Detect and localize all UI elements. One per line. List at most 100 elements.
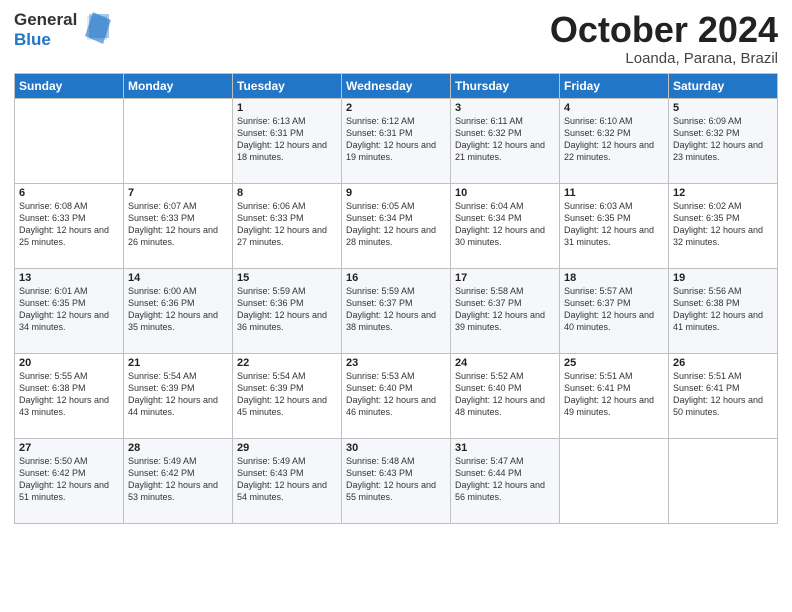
cell-info: Sunrise: 5:53 AM [346,370,446,382]
calendar-cell: 19Sunrise: 5:56 AMSunset: 6:38 PMDayligh… [669,268,778,353]
logo-general: General [14,10,77,30]
logo: General Blue [14,10,111,49]
cell-info: Sunset: 6:34 PM [346,212,446,224]
day-header-saturday: Saturday [669,73,778,98]
day-number: 2 [346,102,446,114]
cell-info: Daylight: 12 hours and 39 minutes. [455,309,555,333]
page-container: General Blue October 2024 Loanda, Parana… [0,0,792,534]
cell-info: Daylight: 12 hours and 38 minutes. [346,309,446,333]
cell-info: Sunset: 6:33 PM [237,212,337,224]
cell-info: Sunrise: 5:51 AM [564,370,664,382]
header-row: SundayMondayTuesdayWednesdayThursdayFrid… [15,73,778,98]
cell-info: Sunset: 6:35 PM [19,297,119,309]
calendar-cell: 8Sunrise: 6:06 AMSunset: 6:33 PMDaylight… [233,183,342,268]
calendar-cell: 6Sunrise: 6:08 AMSunset: 6:33 PMDaylight… [15,183,124,268]
cell-info: Sunset: 6:40 PM [455,382,555,394]
cell-info: Daylight: 12 hours and 25 minutes. [19,224,119,248]
day-number: 18 [564,272,664,284]
day-number: 26 [673,357,773,369]
day-header-friday: Friday [560,73,669,98]
cell-info: Sunrise: 5:52 AM [455,370,555,382]
cell-info: Sunrise: 5:54 AM [128,370,228,382]
calendar-cell: 10Sunrise: 6:04 AMSunset: 6:34 PMDayligh… [451,183,560,268]
cell-info: Daylight: 12 hours and 44 minutes. [128,394,228,418]
cell-info: Sunset: 6:38 PM [673,297,773,309]
logo-blue: Blue [14,30,77,50]
cell-info: Sunset: 6:32 PM [455,127,555,139]
cell-info: Daylight: 12 hours and 35 minutes. [128,309,228,333]
cell-info: Sunset: 6:35 PM [564,212,664,224]
cell-info: Daylight: 12 hours and 21 minutes. [455,139,555,163]
calendar-cell: 22Sunrise: 5:54 AMSunset: 6:39 PMDayligh… [233,353,342,438]
calendar-cell: 30Sunrise: 5:48 AMSunset: 6:43 PMDayligh… [342,438,451,523]
cell-info: Sunrise: 6:00 AM [128,285,228,297]
day-number: 5 [673,102,773,114]
cell-info: Sunset: 6:33 PM [128,212,228,224]
day-header-sunday: Sunday [15,73,124,98]
day-number: 14 [128,272,228,284]
day-number: 16 [346,272,446,284]
day-number: 17 [455,272,555,284]
cell-info: Sunset: 6:41 PM [564,382,664,394]
cell-info: Sunrise: 5:51 AM [673,370,773,382]
cell-info: Sunrise: 5:54 AM [237,370,337,382]
day-header-monday: Monday [124,73,233,98]
calendar-cell: 16Sunrise: 5:59 AMSunset: 6:37 PMDayligh… [342,268,451,353]
cell-info: Sunrise: 6:12 AM [346,115,446,127]
calendar-cell: 29Sunrise: 5:49 AMSunset: 6:43 PMDayligh… [233,438,342,523]
cell-info: Sunrise: 5:50 AM [19,455,119,467]
cell-info: Daylight: 12 hours and 49 minutes. [564,394,664,418]
week-row-3: 13Sunrise: 6:01 AMSunset: 6:35 PMDayligh… [15,268,778,353]
cell-info: Sunrise: 5:47 AM [455,455,555,467]
cell-info: Sunset: 6:31 PM [346,127,446,139]
day-number: 8 [237,187,337,199]
calendar-cell: 23Sunrise: 5:53 AMSunset: 6:40 PMDayligh… [342,353,451,438]
cell-info: Sunrise: 6:10 AM [564,115,664,127]
cell-info: Daylight: 12 hours and 22 minutes. [564,139,664,163]
cell-info: Sunset: 6:39 PM [128,382,228,394]
calendar-cell: 13Sunrise: 6:01 AMSunset: 6:35 PMDayligh… [15,268,124,353]
day-number: 25 [564,357,664,369]
cell-info: Sunrise: 5:59 AM [237,285,337,297]
calendar-cell: 3Sunrise: 6:11 AMSunset: 6:32 PMDaylight… [451,98,560,183]
day-number: 6 [19,187,119,199]
calendar-cell: 18Sunrise: 5:57 AMSunset: 6:37 PMDayligh… [560,268,669,353]
day-number: 29 [237,442,337,454]
calendar-cell: 25Sunrise: 5:51 AMSunset: 6:41 PMDayligh… [560,353,669,438]
week-row-1: 1Sunrise: 6:13 AMSunset: 6:31 PMDaylight… [15,98,778,183]
cell-info: Daylight: 12 hours and 50 minutes. [673,394,773,418]
day-number: 21 [128,357,228,369]
cell-info: Sunset: 6:32 PM [673,127,773,139]
day-number: 3 [455,102,555,114]
cell-info: Sunset: 6:40 PM [346,382,446,394]
cell-info: Daylight: 12 hours and 32 minutes. [673,224,773,248]
cell-info: Sunrise: 5:56 AM [673,285,773,297]
cell-info: Sunset: 6:37 PM [564,297,664,309]
calendar-cell: 12Sunrise: 6:02 AMSunset: 6:35 PMDayligh… [669,183,778,268]
cell-info: Sunset: 6:34 PM [455,212,555,224]
week-row-5: 27Sunrise: 5:50 AMSunset: 6:42 PMDayligh… [15,438,778,523]
day-header-tuesday: Tuesday [233,73,342,98]
cell-info: Sunrise: 6:03 AM [564,200,664,212]
calendar-cell: 11Sunrise: 6:03 AMSunset: 6:35 PMDayligh… [560,183,669,268]
calendar-cell: 15Sunrise: 5:59 AMSunset: 6:36 PMDayligh… [233,268,342,353]
day-number: 9 [346,187,446,199]
cell-info: Daylight: 12 hours and 54 minutes. [237,479,337,503]
cell-info: Daylight: 12 hours and 45 minutes. [237,394,337,418]
cell-info: Daylight: 12 hours and 28 minutes. [346,224,446,248]
week-row-4: 20Sunrise: 5:55 AMSunset: 6:38 PMDayligh… [15,353,778,438]
cell-info: Sunset: 6:38 PM [19,382,119,394]
cell-info: Daylight: 12 hours and 53 minutes. [128,479,228,503]
cell-info: Daylight: 12 hours and 18 minutes. [237,139,337,163]
cell-info: Daylight: 12 hours and 43 minutes. [19,394,119,418]
day-number: 15 [237,272,337,284]
cell-info: Sunrise: 5:55 AM [19,370,119,382]
cell-info: Sunrise: 5:49 AM [237,455,337,467]
calendar-cell: 27Sunrise: 5:50 AMSunset: 6:42 PMDayligh… [15,438,124,523]
day-number: 10 [455,187,555,199]
calendar-cell: 26Sunrise: 5:51 AMSunset: 6:41 PMDayligh… [669,353,778,438]
cell-info: Daylight: 12 hours and 19 minutes. [346,139,446,163]
cell-info: Sunset: 6:35 PM [673,212,773,224]
cell-info: Daylight: 12 hours and 34 minutes. [19,309,119,333]
cell-info: Sunrise: 5:58 AM [455,285,555,297]
